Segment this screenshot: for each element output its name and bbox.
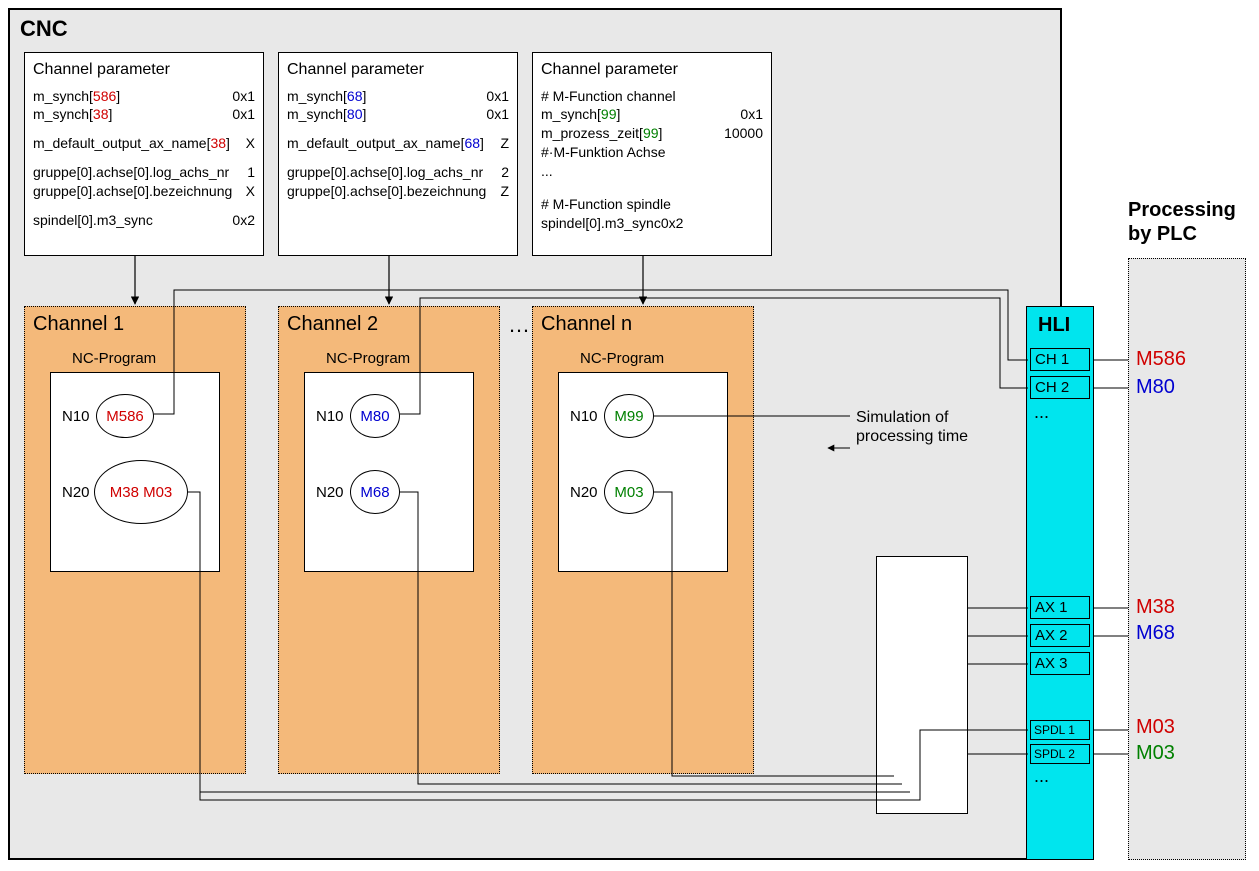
m38m03-circle: M38 M03 bbox=[94, 460, 188, 524]
nc1-title: NC-Program bbox=[72, 350, 156, 367]
n10-2: N10 bbox=[316, 408, 344, 425]
ncn-title: NC-Program bbox=[580, 350, 664, 367]
n10-n: N10 bbox=[570, 408, 598, 425]
out-m38: M38 bbox=[1136, 596, 1175, 619]
hli-ax2: AX 2 bbox=[1030, 624, 1090, 647]
hli-dots-2: ... bbox=[1034, 766, 1049, 787]
hli-title: HLI bbox=[1038, 314, 1070, 337]
channel-ellipsis: … bbox=[508, 312, 530, 338]
n20-2: N20 bbox=[316, 484, 344, 501]
hli-ax3: AX 3 bbox=[1030, 652, 1090, 675]
hli-spdl2: SPDL 2 bbox=[1030, 744, 1090, 764]
m586-circle: M586 bbox=[96, 394, 154, 438]
out-m586: M586 bbox=[1136, 348, 1186, 371]
diagram-canvas: Processingby PLC CNC Channel parameter m… bbox=[0, 0, 1259, 871]
m80-circle: M80 bbox=[350, 394, 400, 438]
n20-n: N20 bbox=[570, 484, 598, 501]
hli-spdl1: SPDL 1 bbox=[1030, 720, 1090, 740]
m68-circle: M68 bbox=[350, 470, 400, 514]
simulation-text: Simulation ofprocessing time bbox=[856, 408, 968, 446]
nc2-title: NC-Program bbox=[326, 350, 410, 367]
out-m80: M80 bbox=[1136, 376, 1175, 399]
m99-circle: M99 bbox=[604, 394, 654, 438]
n20-1: N20 bbox=[62, 484, 90, 501]
hli-ch1: CH 1 bbox=[1030, 348, 1090, 371]
cnc-title: CNC bbox=[20, 16, 68, 42]
out-m03a: M03 bbox=[1136, 716, 1175, 739]
param-box-2: Channel parameter m_synch[68]0x1 m_synch… bbox=[278, 52, 518, 256]
channel-2-title: Channel 2 bbox=[287, 313, 378, 336]
hli-dots-1: ... bbox=[1034, 402, 1049, 423]
out-m68: M68 bbox=[1136, 622, 1175, 645]
param-box-3: Channel parameter # M-Function channel m… bbox=[532, 52, 772, 256]
n10-1: N10 bbox=[62, 408, 90, 425]
channel-1-title: Channel 1 bbox=[33, 313, 124, 336]
param3-title: Channel parameter bbox=[541, 59, 763, 81]
plc-title: Processingby PLC bbox=[1128, 198, 1236, 246]
channel-n-title: Channel n bbox=[541, 313, 632, 336]
hli-ch2: CH 2 bbox=[1030, 376, 1090, 399]
param2-title: Channel parameter bbox=[287, 59, 509, 81]
multiplex-box bbox=[876, 556, 968, 814]
param1-title: Channel parameter bbox=[33, 59, 255, 81]
out-m03b: M03 bbox=[1136, 742, 1175, 765]
hli-ax1: AX 1 bbox=[1030, 596, 1090, 619]
param-box-1: Channel parameter m_synch[586]0x1 m_sync… bbox=[24, 52, 264, 256]
m03-circle: M03 bbox=[604, 470, 654, 514]
